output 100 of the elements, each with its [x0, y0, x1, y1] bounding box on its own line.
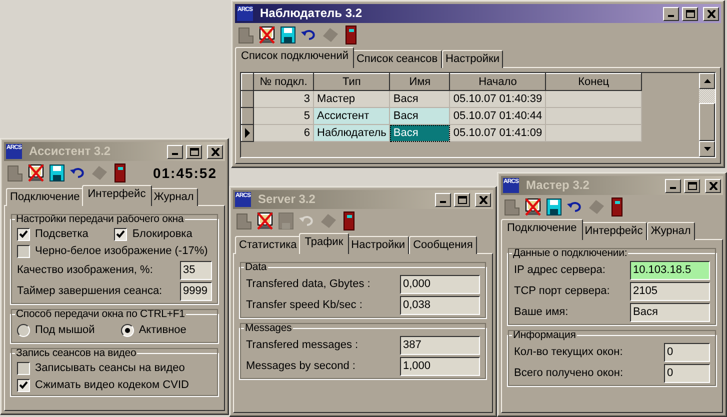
- tab[interactable]: Журнал: [150, 188, 198, 206]
- save-icon[interactable]: [279, 25, 297, 45]
- monitor-icon[interactable]: [258, 25, 276, 45]
- maximize-button[interactable]: [454, 192, 470, 206]
- row-pointer-icon: [242, 127, 252, 139]
- input-field[interactable]: 9999: [180, 282, 212, 300]
- input-field[interactable]: 0: [664, 342, 710, 362]
- minimize-icon: [172, 152, 178, 154]
- check-icon: [19, 380, 28, 390]
- maximize-icon: [190, 148, 198, 156]
- field-label: Ваше имя:: [514, 306, 568, 318]
- checkbox[interactable]: Записывать сеансы на видео: [17, 362, 185, 374]
- tab[interactable]: Список сеансов: [352, 50, 442, 68]
- group-title: Способ передачи окна по CTRL+F1: [15, 308, 186, 321]
- monitor-icon[interactable]: [27, 163, 45, 183]
- tab[interactable]: Подключение: [501, 219, 583, 240]
- monitor-icon[interactable]: [524, 197, 542, 217]
- group-title: Данные о подключении:: [512, 247, 628, 260]
- scroll-thumb[interactable]: [699, 103, 715, 141]
- table-cell: Ассистент: [314, 108, 390, 124]
- save-icon[interactable]: [48, 163, 66, 183]
- tab[interactable]: Настройки: [442, 50, 504, 68]
- table-cell: 05.10.07 01:40:39: [450, 90, 546, 108]
- table-cell: Мастер: [314, 90, 390, 108]
- checkbox[interactable]: Сжимать видео кодеком CVID: [17, 378, 189, 392]
- check-icon: [116, 230, 126, 238]
- table-cell: 5: [254, 108, 314, 124]
- table-cell: 05.10.07 01:40:44: [450, 108, 546, 124]
- input-field[interactable]: 2105: [630, 282, 710, 300]
- check-icon: [19, 230, 28, 238]
- column-header[interactable]: Тип: [314, 74, 390, 90]
- minimize-button[interactable]: [663, 6, 679, 20]
- tab[interactable]: Статистика: [235, 236, 301, 254]
- field-label: Таймер завершения сеанса:: [17, 284, 162, 298]
- maximize-button[interactable]: [684, 178, 700, 192]
- tab[interactable]: Интерфейс: [82, 185, 152, 206]
- table-cell: 3: [254, 90, 314, 108]
- input-field[interactable]: 10.103.18.5: [630, 260, 710, 280]
- maximize-button[interactable]: [682, 6, 698, 20]
- close-button[interactable]: [705, 178, 721, 192]
- close-icon: [706, 10, 716, 18]
- checkbox[interactable]: Блокировка: [114, 228, 192, 240]
- input-field[interactable]: 0,038: [400, 296, 480, 314]
- group-title: Data: [244, 261, 268, 274]
- clock-text: 01:45:52: [152, 166, 217, 180]
- scroll-down-button[interactable]: [699, 141, 715, 157]
- monitor-icon[interactable]: [256, 211, 274, 231]
- close-button[interactable]: [703, 6, 719, 20]
- column-header[interactable]: Имя: [390, 74, 450, 90]
- field-label: IP адрес сервера:: [514, 264, 606, 276]
- input-field[interactable]: 1,000: [400, 356, 480, 376]
- tab[interactable]: Сообщения: [409, 236, 477, 254]
- maximize-icon: [688, 182, 696, 190]
- column-header[interactable]: Начало: [450, 74, 546, 90]
- window-title: Наблюдатель 3.2: [259, 7, 364, 20]
- up-arrow-icon: [704, 79, 710, 83]
- checkbox[interactable]: Подсветка: [17, 228, 88, 240]
- minimize-button[interactable]: [435, 192, 451, 206]
- minimize-icon: [670, 186, 676, 188]
- field-label: TCP порт сервера:: [514, 284, 610, 298]
- maximize-button[interactable]: [186, 144, 202, 158]
- save-icon[interactable]: [545, 197, 563, 217]
- tab[interactable]: Список подключений: [235, 47, 354, 68]
- table-cell: 6: [254, 124, 314, 142]
- minimize-button[interactable]: [167, 144, 183, 158]
- radio-button[interactable]: Активное: [120, 324, 186, 337]
- tab[interactable]: Интерфейс: [580, 222, 647, 240]
- field-label: Messages by second :: [246, 360, 356, 372]
- column-header[interactable]: № подкл.: [254, 74, 314, 90]
- tab[interactable]: Подключение: [6, 188, 84, 206]
- table-cell: Вася: [390, 90, 450, 108]
- window-title: Server 3.2: [257, 193, 316, 206]
- group-title: Настройки передачи рабочего окна: [15, 213, 185, 226]
- scroll-up-button[interactable]: [699, 73, 715, 89]
- table-cell: Вася: [390, 124, 450, 142]
- input-field[interactable]: Вася: [630, 302, 710, 322]
- radio-button[interactable]: Под мышой: [17, 324, 95, 337]
- close-icon: [478, 196, 488, 204]
- field-label: Transfered messages :: [246, 338, 358, 352]
- input-field[interactable]: 35: [180, 260, 212, 280]
- input-field[interactable]: 0,000: [400, 274, 480, 294]
- column-header[interactable]: Конец: [546, 74, 642, 90]
- field-label: Качество изображения, %:: [17, 264, 153, 276]
- table-cell: Наблюдатель: [314, 124, 390, 142]
- input-field[interactable]: 387: [400, 336, 480, 354]
- table-cell: 05.10.07 01:41:09: [450, 124, 546, 142]
- field-label: Кол-во текущих окон:: [514, 346, 623, 358]
- scroll-track: [699, 89, 715, 103]
- tab[interactable]: Настройки: [347, 236, 410, 254]
- field-label: Всего получено окон:: [514, 366, 624, 380]
- minimize-icon: [668, 14, 674, 16]
- close-button[interactable]: [475, 192, 491, 206]
- input-field[interactable]: 0: [664, 364, 710, 382]
- minimize-button[interactable]: [665, 178, 681, 192]
- tab[interactable]: Трафик: [298, 233, 350, 254]
- table-cell: Вася: [390, 108, 450, 124]
- close-button[interactable]: [207, 144, 223, 158]
- checkbox[interactable]: Черно-белое изображение (-17%): [17, 244, 208, 258]
- tab[interactable]: Журнал: [646, 222, 695, 240]
- group-title: Messages: [244, 322, 293, 335]
